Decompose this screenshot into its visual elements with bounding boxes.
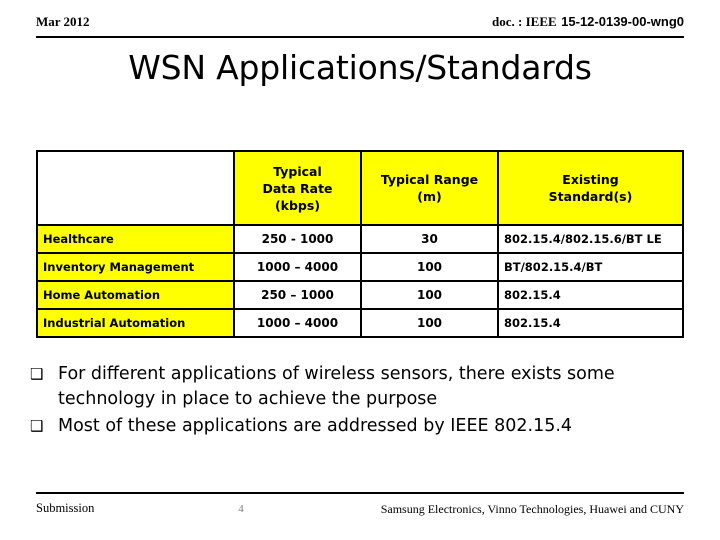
header-doc-number: 15-12-0139-00-wng0 [561, 14, 684, 29]
cell-data-rate: 250 – 1000 [233, 280, 362, 310]
table-header-standards: Existing Standard(s) [497, 150, 684, 226]
list-item-text: For different applications of wireless s… [58, 364, 615, 409]
header-document-reference: doc. : IEEE 15-12-0139-00-wng0 [492, 12, 684, 32]
list-item-text: Most of these applications are addressed… [58, 416, 573, 436]
cell-range: 100 [360, 280, 499, 310]
table-header-row: Typical Data Rate (kbps) Typical Range (… [36, 150, 684, 226]
slide-header: Mar 2012 doc. : IEEE 15-12-0139-00-wng0 [36, 12, 684, 38]
table-row: Inventory Management 1000 – 4000 100 BT/… [36, 252, 684, 282]
slide-footer: Submission 4 Samsung Electronics, Vinno … [36, 492, 684, 522]
list-item: ❑ For different applications of wireless… [30, 362, 690, 412]
table-row: Home Automation 250 – 1000 100 802.15.4 [36, 280, 684, 310]
cell-standards: 802.15.4 [497, 280, 684, 310]
header-line: Data Rate [262, 180, 333, 196]
square-bullet-icon: ❑ [30, 417, 44, 435]
header-line: Typical Range [380, 172, 479, 187]
header-doc-label: doc. : IEEE [492, 14, 557, 29]
header-line: Typical [273, 163, 322, 179]
footer-affiliation: Samsung Electronics, Vinno Technologies,… [380, 502, 684, 516]
cell-range: 100 [360, 308, 499, 338]
table-header-application [36, 150, 235, 226]
header-line: Existing [562, 172, 619, 187]
cell-range: 30 [360, 224, 499, 254]
cell-application: Healthcare [36, 224, 235, 254]
table-row: Healthcare 250 - 1000 30 802.15.4/802.15… [36, 224, 684, 254]
header-line: Standard(s) [548, 189, 633, 204]
cell-data-rate: 250 - 1000 [233, 224, 362, 254]
header-line: (m) [417, 189, 442, 204]
footer-page-number: 4 [238, 503, 244, 515]
cell-data-rate: 1000 – 4000 [233, 252, 362, 282]
table-row: Industrial Automation 1000 – 4000 100 80… [36, 308, 684, 338]
table-header-range: Typical Range (m) [360, 150, 499, 226]
cell-standards: 802.15.4 [497, 308, 684, 338]
cell-data-rate: 1000 – 4000 [233, 308, 362, 338]
header-date: Mar 2012 [36, 14, 90, 29]
list-item: ❑ Most of these applications are address… [30, 414, 690, 439]
square-bullet-icon: ❑ [30, 365, 44, 383]
cell-standards: BT/802.15.4/BT [497, 252, 684, 282]
page-title: WSN Applications/Standards [128, 48, 592, 87]
cell-application: Home Automation [36, 280, 235, 310]
header-line: (kbps) [274, 197, 321, 213]
table-header-data-rate: Typical Data Rate (kbps) [233, 150, 362, 226]
footer-submission-label: Submission [36, 501, 95, 515]
cell-range: 100 [360, 252, 499, 282]
cell-standards: 802.15.4/802.15.6/BT LE [497, 224, 684, 254]
bullet-list: ❑ For different applications of wireless… [30, 362, 690, 441]
cell-application: Inventory Management [36, 252, 235, 282]
cell-application: Industrial Automation [36, 308, 235, 338]
wsn-applications-table: Typical Data Rate (kbps) Typical Range (… [36, 150, 684, 338]
